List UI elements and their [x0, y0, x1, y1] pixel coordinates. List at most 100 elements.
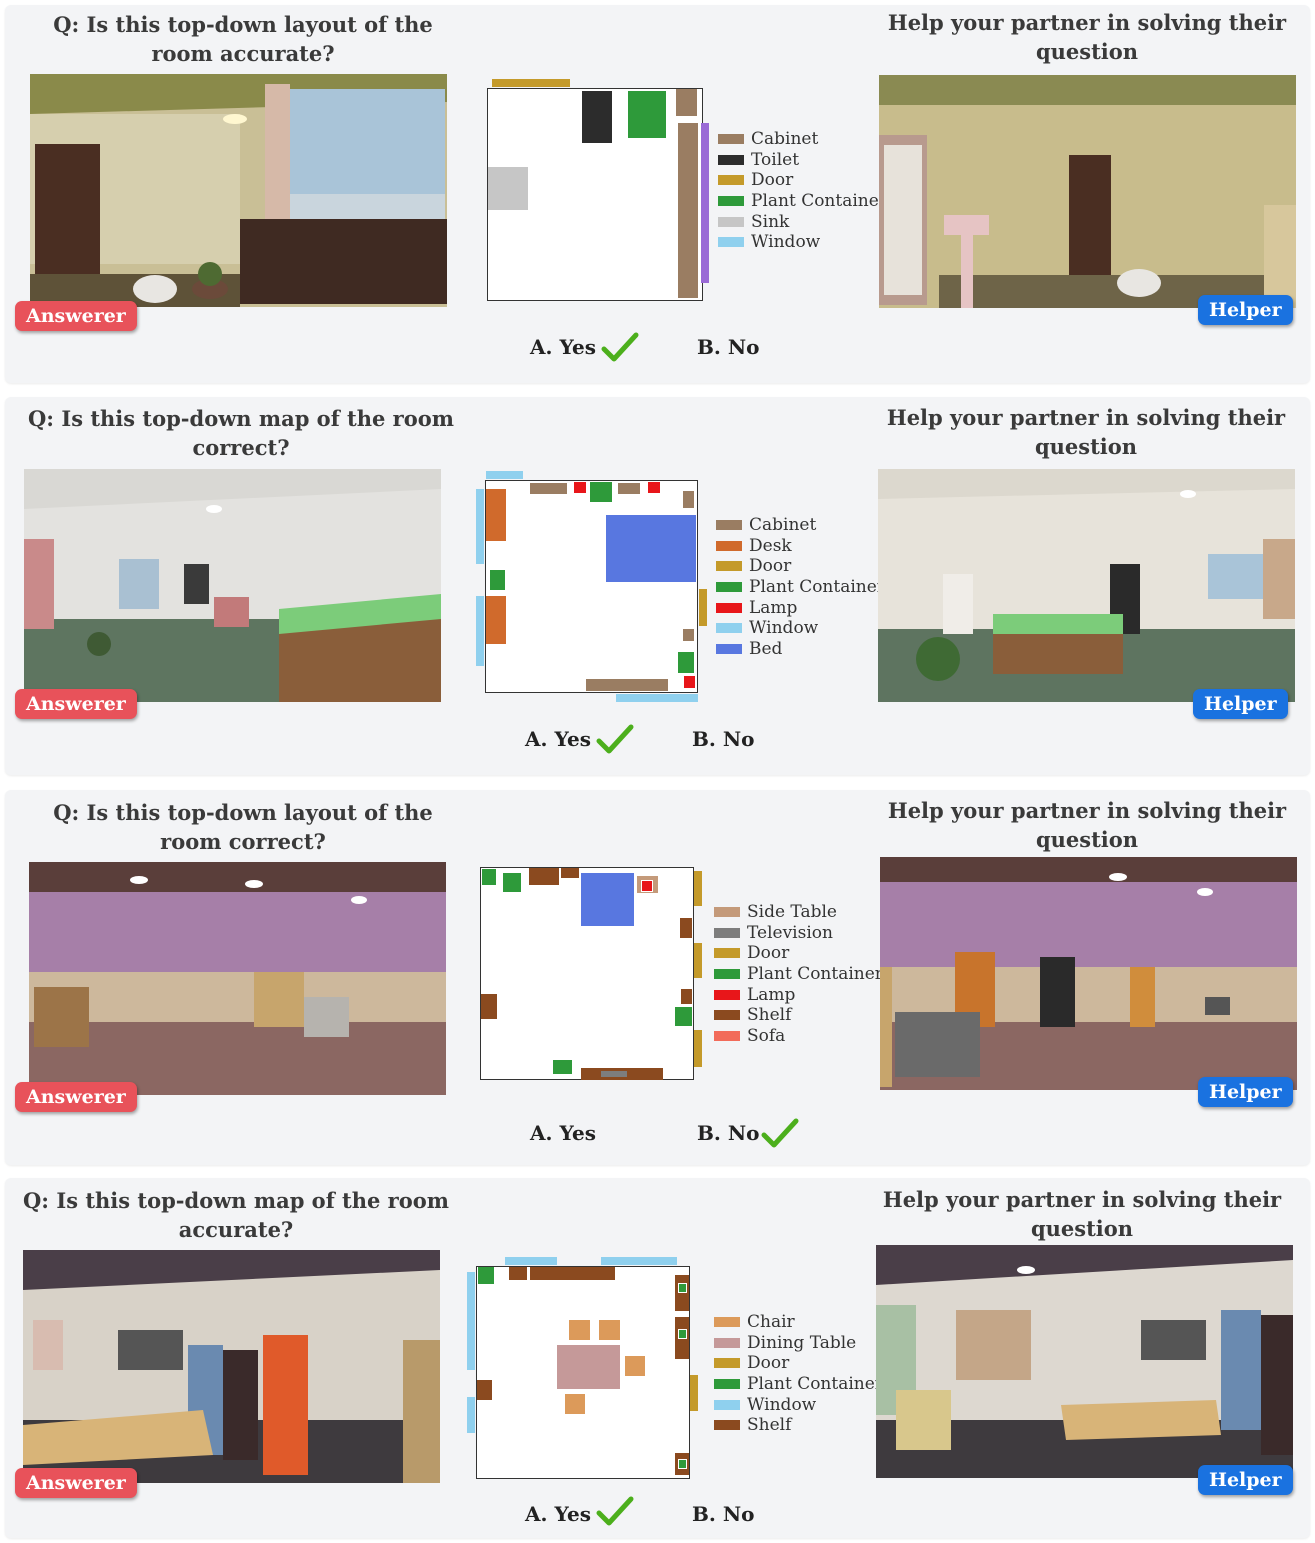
legend-swatch [716, 623, 742, 634]
map-shelf [530, 1267, 615, 1280]
legend-label: Sink [751, 211, 790, 232]
option-no[interactable]: B. No [697, 1121, 759, 1145]
top-down-map [476, 471, 707, 702]
map-shelf [675, 1275, 689, 1311]
helper-tag: Helper [1193, 689, 1288, 719]
map-cabinet [676, 89, 697, 116]
map-window [616, 694, 698, 702]
legend-swatch [714, 1399, 740, 1410]
helper-prompt: Help your partner in solving their quest… [882, 1187, 1282, 1241]
legend: Side Table Television Door Plant Contain… [714, 902, 883, 1046]
map-shelf [509, 1267, 527, 1280]
map-lamp [648, 482, 660, 493]
legend-swatch [718, 216, 744, 227]
answerer-view-image [24, 469, 441, 702]
legend-item: Sofa [714, 1026, 883, 1047]
legend-label: Plant Container [747, 1374, 883, 1395]
map-door [694, 871, 702, 906]
map-chair [625, 1356, 645, 1376]
legend-label: Door [749, 556, 792, 577]
legend-item: Lamp [716, 597, 885, 618]
legend-label: Plant Container [747, 964, 883, 985]
map-bed [606, 515, 696, 582]
check-icon [596, 1496, 634, 1526]
helper-tag: Helper [1198, 1077, 1293, 1107]
map-plant-container [553, 1060, 572, 1074]
option-no[interactable]: B. No [692, 727, 754, 751]
option-yes[interactable]: A. Yes [530, 1121, 596, 1145]
map-shelf [680, 918, 692, 938]
map-shelf [561, 868, 579, 878]
helper-view-image [879, 75, 1296, 308]
map-desk [486, 489, 506, 541]
map-cabinet [683, 491, 694, 508]
option-no[interactable]: B. No [697, 335, 759, 359]
legend-label: Door [751, 170, 794, 191]
map-plant-container [678, 1329, 687, 1339]
legend-label: Television [747, 922, 833, 943]
map-bed [581, 873, 634, 926]
example-panel-4: Q: Is this top-down map of the room accu… [5, 1178, 1310, 1538]
check-icon [761, 1118, 799, 1148]
legend: Cabinet Toilet Door Plant Container Sink… [718, 129, 887, 253]
map-cabinet [618, 483, 640, 494]
map-window [467, 1272, 475, 1370]
map-plant-container [678, 1283, 687, 1293]
legend-label: Cabinet [749, 515, 817, 536]
legend-label: Dining Table [747, 1332, 857, 1353]
map-lamp [684, 676, 695, 688]
legend-swatch [718, 196, 744, 207]
legend-item: Shelf [714, 1415, 883, 1436]
legend-swatch [716, 520, 742, 531]
legend-swatch [714, 989, 740, 1000]
legend-item: Cabinet [716, 515, 885, 536]
legend-swatch [714, 1337, 740, 1348]
legend-item: Plant Container [714, 1374, 883, 1395]
legend-swatch [718, 237, 744, 248]
option-no[interactable]: B. No [692, 1502, 754, 1526]
legend-item: Door [716, 556, 885, 577]
map-toilet [582, 91, 612, 143]
helper-view-image [876, 1245, 1293, 1478]
legend-label: Door [747, 943, 790, 964]
legend-swatch [714, 1030, 740, 1041]
option-yes[interactable]: A. Yes [530, 335, 596, 359]
map-plant-container [590, 482, 612, 502]
legend-item: Side Table [714, 902, 883, 923]
option-yes[interactable]: A. Yes [525, 727, 591, 751]
helper-tag: Helper [1198, 295, 1293, 325]
legend-swatch [716, 643, 742, 654]
legend-label: Door [747, 1353, 790, 1374]
map-window [476, 489, 484, 564]
legend-label: Shelf [747, 1415, 792, 1436]
legend-item: Cabinet [718, 129, 887, 150]
example-panel-3: Q: Is this top-down layout of the room c… [5, 790, 1310, 1165]
answerer-view-image [30, 74, 447, 307]
legend-label: Lamp [747, 984, 796, 1005]
answerer-view-image [29, 862, 446, 1095]
map-desk [486, 596, 506, 644]
map-plant-container [490, 570, 505, 590]
legend-label: Desk [749, 535, 792, 556]
check-icon [596, 724, 634, 754]
legend-label: Plant Container [749, 577, 885, 598]
answerer-tag: Answerer [15, 1468, 137, 1498]
legend-item: Door [714, 1353, 883, 1374]
map-plant-container [628, 91, 666, 138]
map-window [476, 596, 484, 666]
legend-item: Door [714, 943, 883, 964]
legend-label: Side Table [747, 902, 837, 923]
map-shelf [681, 989, 692, 1004]
option-yes[interactable]: A. Yes [525, 1502, 591, 1526]
question-text: Q: Is this top-down map of the room accu… [23, 1188, 449, 1242]
legend-swatch [716, 540, 742, 551]
legend-item: Sink [718, 211, 887, 232]
map-plant-container [503, 873, 521, 892]
answerer-tag: Answerer [15, 301, 137, 331]
legend-item: Desk [716, 536, 885, 557]
answerer-tag: Answerer [15, 689, 137, 719]
question-text: Q: Is this top-down layout of the room a… [53, 12, 433, 66]
check-icon [601, 332, 639, 362]
legend-item: Dining Table [714, 1333, 883, 1354]
map-plant-container [678, 1459, 687, 1469]
